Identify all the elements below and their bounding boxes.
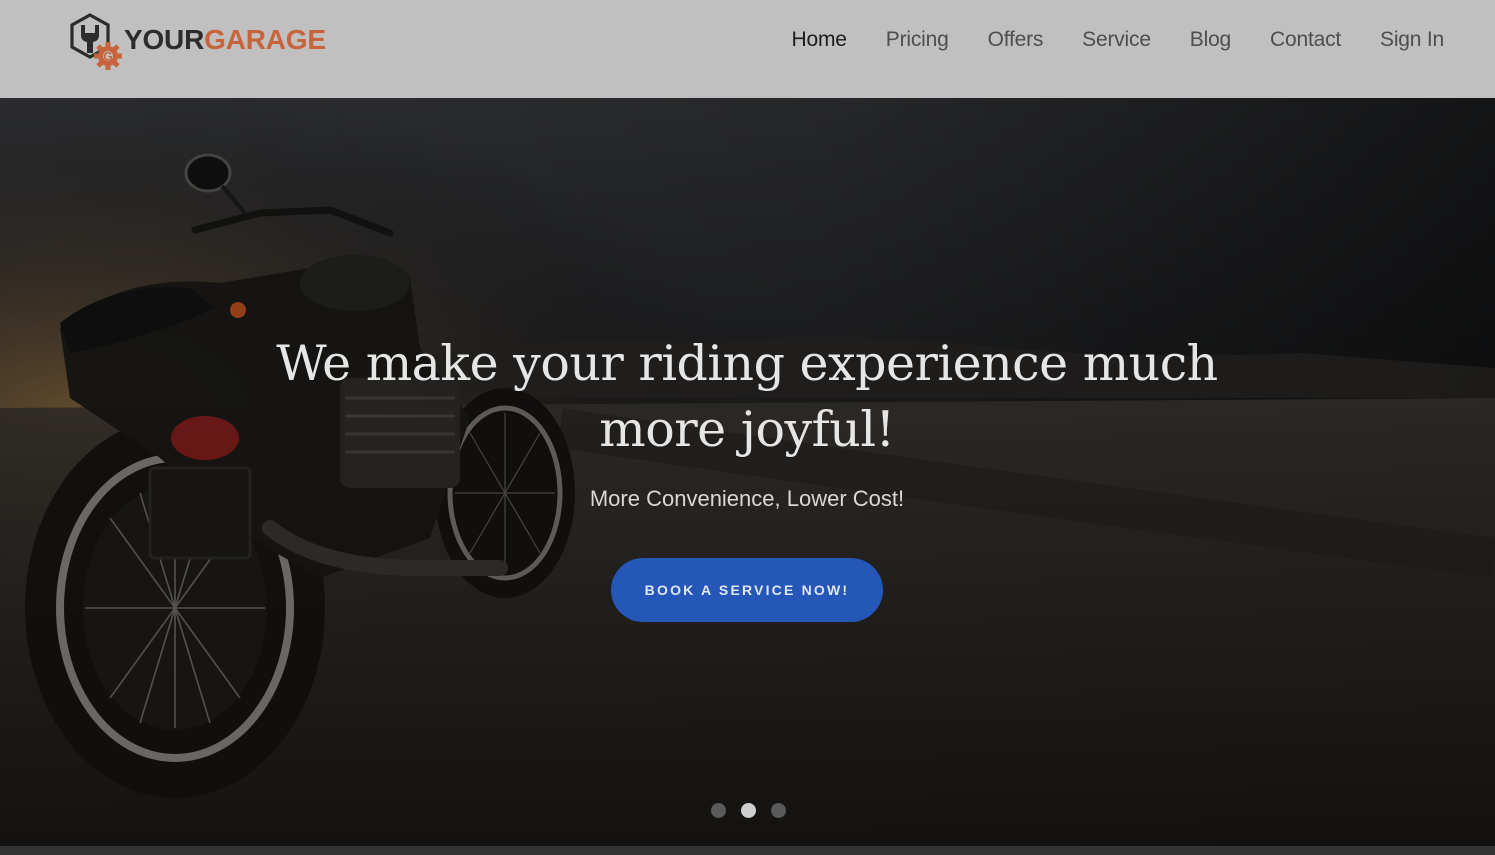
nav-item-home[interactable]: Home	[792, 24, 847, 56]
wrench-gear-logo-icon: G	[70, 13, 122, 70]
main-nav: Home Pricing Offers Service Blog Contact…	[792, 24, 1445, 56]
hero-subtitle: More Convenience, Lower Cost!	[589, 486, 905, 511]
nav-item-offers[interactable]: Offers	[988, 24, 1044, 56]
nav-item-service[interactable]: Service	[1082, 24, 1151, 56]
svg-text:G: G	[103, 50, 112, 64]
nav-item-blog[interactable]: Blog	[1190, 24, 1231, 56]
slider-pagination	[711, 803, 801, 818]
hero-title: We make your riding experience much more…	[276, 335, 1218, 458]
slider-dot-1[interactable]	[711, 803, 726, 818]
slider-dot-2[interactable]	[741, 803, 756, 818]
hero-slider: We make your riding experience much more…	[0, 98, 1495, 846]
section-divider	[0, 846, 1495, 855]
brand-name: YOURGARAGE	[124, 24, 326, 56]
hero-dark-overlay	[0, 98, 1495, 846]
nav-item-contact[interactable]: Contact	[1270, 24, 1341, 56]
brand-name-part2: GARAGE	[204, 24, 326, 55]
book-service-button[interactable]: BOOK A SERVICE NOW!	[611, 558, 883, 622]
site-logo[interactable]: G YOURGARAGE	[68, 13, 326, 70]
brand-name-part1: YOUR	[124, 24, 205, 55]
site-header: G YOURGARAGE Home Pricing Offers Service…	[0, 0, 1495, 98]
nav-item-sign-in[interactable]: Sign In	[1380, 24, 1444, 56]
slider-dot-3[interactable]	[771, 803, 786, 818]
nav-item-pricing[interactable]: Pricing	[886, 24, 949, 56]
